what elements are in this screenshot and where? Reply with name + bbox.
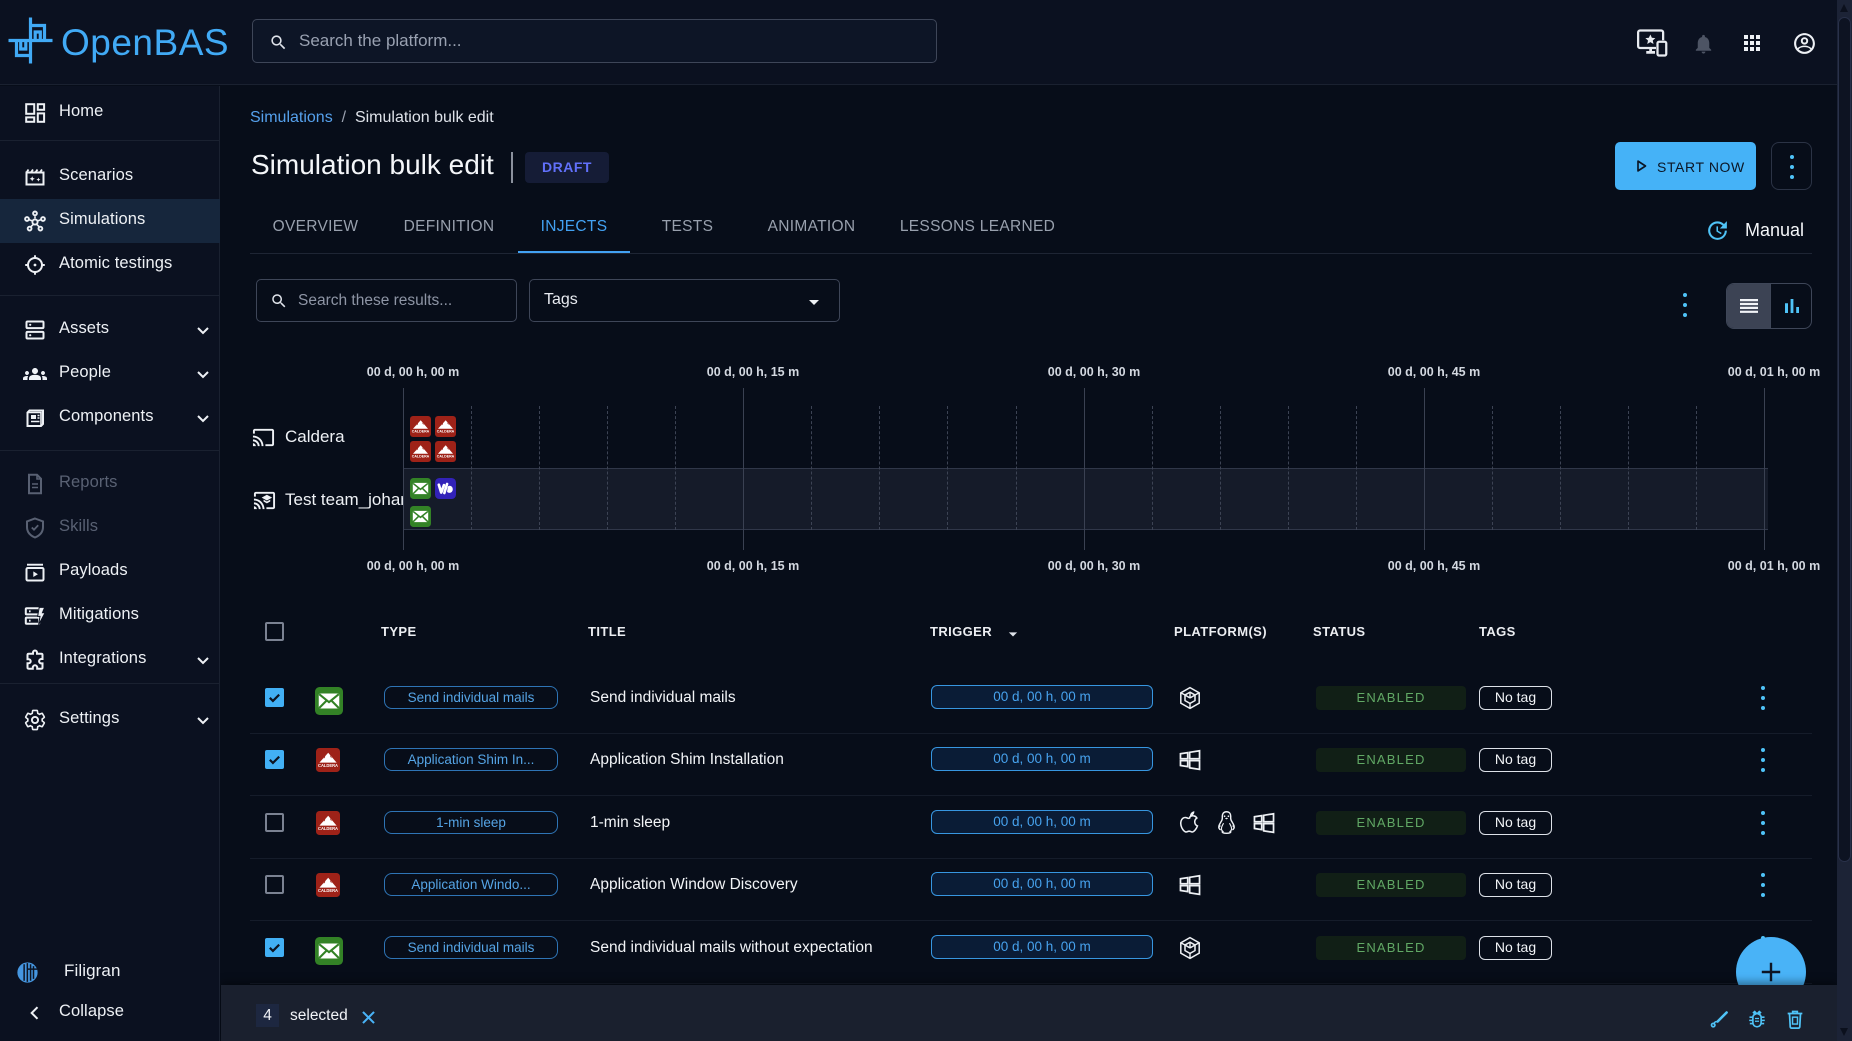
svg-text:CALDERA: CALDERA	[318, 888, 338, 893]
svg-text:CALDERA: CALDERA	[412, 455, 430, 459]
svg-text:CALDERA: CALDERA	[437, 430, 455, 434]
svg-text:CALDERA: CALDERA	[318, 826, 338, 831]
svg-text:CALDERA: CALDERA	[412, 430, 430, 434]
svg-text:CALDERA: CALDERA	[437, 455, 455, 459]
svg-text:CALDERA: CALDERA	[318, 763, 338, 768]
